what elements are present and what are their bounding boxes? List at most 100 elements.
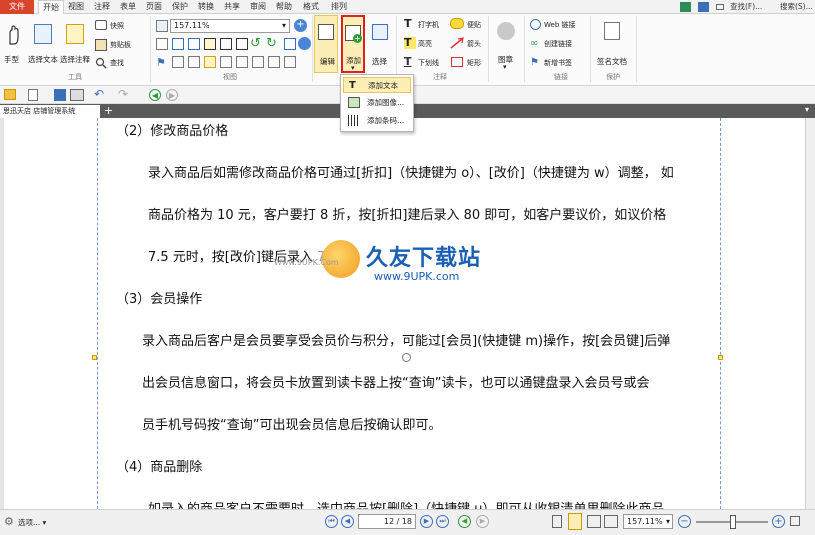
vertical-scrollbar[interactable] — [805, 118, 815, 509]
underline-button[interactable]: 下划线 — [418, 58, 439, 68]
snapshot-button[interactable]: 快照 — [110, 21, 124, 31]
zoom-out-button-icon[interactable]: − — [678, 515, 691, 528]
rotate-right-icon[interactable]: ↻ — [266, 37, 280, 51]
tab-page[interactable]: 页面 — [142, 0, 166, 14]
tab-convert[interactable]: 转换 — [194, 0, 218, 14]
rectangle-button[interactable]: 矩形 — [467, 58, 481, 68]
web-link-button[interactable]: Web 链接 — [544, 20, 576, 30]
stamp-button[interactable]: 图章 ▾ — [492, 15, 518, 73]
chevron-down-icon: ▾ — [281, 21, 286, 30]
continuous-facing-icon[interactable] — [604, 515, 618, 528]
hand-tool-button[interactable]: 手型 — [4, 54, 19, 65]
tab-share[interactable]: 共享 — [220, 0, 244, 14]
reflow-icon[interactable] — [284, 38, 296, 50]
single-page-view-icon[interactable] — [552, 515, 562, 528]
document-tab[interactable]: 思迅天店 店铺管理系统 — [0, 105, 100, 118]
next-page-icon[interactable]: ▶ — [420, 515, 433, 528]
paragraph-line: 录入商品后如需修改商品价格可通过[折扣]（快捷键为 o）、[改价]（快捷键为 w… — [148, 166, 674, 181]
forward-icon[interactable]: ▶ — [166, 89, 178, 101]
add-button[interactable]: + 添加 ▾ — [341, 15, 365, 73]
select-button[interactable]: 选择 — [368, 15, 392, 73]
document-view[interactable]: （2）修改商品价格 录入商品后如需修改商品价格可通过[折扣]（快捷键为 o）、[… — [0, 118, 815, 517]
search-button[interactable]: 搜索(S)... — [780, 1, 813, 13]
fit-page-icon[interactable] — [172, 38, 184, 50]
zoom-in-icon[interactable]: + — [294, 19, 307, 32]
new-file-icon[interactable] — [28, 89, 38, 101]
zoom-in-button-icon[interactable]: + — [772, 515, 785, 528]
edit-button[interactable]: 编辑 — [314, 15, 338, 73]
zoom-field[interactable]: 157.11% ▾ — [170, 19, 290, 33]
create-link-button[interactable]: 创建链接 — [544, 39, 572, 49]
tab-review[interactable]: 审阅 — [246, 0, 270, 14]
save-icon[interactable] — [54, 89, 66, 101]
zoom-select[interactable]: 157.11% ▾ — [623, 514, 673, 529]
actual-size-icon[interactable] — [156, 38, 168, 50]
tab-help[interactable]: 帮助 — [272, 0, 296, 14]
note-button[interactable]: 便贴 — [467, 20, 481, 30]
continuous-view-icon[interactable] — [568, 513, 582, 530]
pages-icon[interactable] — [172, 56, 184, 68]
resize-handle[interactable] — [718, 355, 723, 360]
find-tool-button[interactable]: 查找 — [110, 58, 124, 68]
first-page-icon[interactable]: ⏮ — [325, 515, 338, 528]
new-bookmark-button[interactable]: 新增书签 — [544, 58, 572, 68]
rotate-handle[interactable] — [402, 353, 411, 362]
add-image-item[interactable]: 添加图像... — [343, 95, 411, 111]
zoom-slider-handle[interactable] — [730, 515, 736, 529]
tab-comment[interactable]: 注释 — [90, 0, 114, 14]
select-note-button[interactable]: 选择注释 — [60, 54, 90, 65]
page-number-input[interactable]: 12 / 18 — [358, 514, 416, 529]
structure-icon[interactable] — [268, 56, 280, 68]
add-barcode-item[interactable]: 添加条码... — [343, 113, 411, 129]
select-text-button[interactable]: 选择文本 — [28, 54, 58, 65]
open-folder-icon[interactable] — [4, 89, 16, 100]
options-button[interactable]: 选项... ▾ — [18, 517, 46, 528]
print-icon[interactable] — [70, 89, 84, 101]
single-page-icon[interactable] — [204, 38, 216, 50]
facing-view-icon[interactable] — [587, 515, 601, 528]
plus-icon: + — [353, 34, 362, 43]
thumbnail-icon[interactable] — [284, 56, 296, 68]
share-icon[interactable] — [698, 2, 709, 12]
comments-icon[interactable] — [204, 56, 216, 68]
app-icon[interactable] — [680, 2, 691, 12]
undo-icon[interactable]: ↶ — [94, 87, 106, 101]
page-fit-icon[interactable] — [156, 20, 168, 32]
forward-view-icon[interactable]: ▶ — [476, 515, 489, 528]
tab-protect[interactable]: 保护 — [168, 0, 192, 14]
arrow-button[interactable]: 箭头 — [467, 39, 481, 49]
signatures-icon[interactable] — [236, 56, 248, 68]
close-icon[interactable]: × — [90, 105, 98, 115]
clipboard-button[interactable]: 剪贴板 — [110, 40, 131, 50]
continuous-icon[interactable] — [220, 38, 232, 50]
back-view-icon[interactable]: ◀ — [458, 515, 471, 528]
find-button[interactable]: 查找(F)... — [730, 1, 762, 13]
fit-width-icon[interactable] — [188, 38, 200, 50]
fields-icon[interactable] — [252, 56, 264, 68]
zoom-out-icon[interactable] — [298, 37, 311, 50]
layers-icon[interactable] — [188, 56, 200, 68]
prev-page-icon[interactable]: ◀ — [341, 515, 354, 528]
tab-arrange[interactable]: 排列 — [326, 0, 352, 14]
back-icon[interactable]: ◀ — [149, 89, 161, 101]
redo-icon[interactable]: ↷ — [118, 87, 130, 101]
tab-view[interactable]: 视图 — [64, 0, 88, 14]
new-tab-icon[interactable]: + — [104, 104, 113, 118]
rotate-left-icon[interactable]: ↺ — [250, 37, 264, 51]
highlight-button[interactable]: 高亮 — [418, 39, 432, 49]
facing-icon[interactable] — [236, 38, 248, 50]
fullscreen-icon[interactable] — [790, 516, 800, 526]
tab-form[interactable]: 表单 — [116, 0, 140, 14]
bookmark-icon[interactable]: ⚑ — [156, 56, 168, 69]
resize-handle[interactable] — [92, 355, 97, 360]
typewriter-button[interactable]: 打字机 — [418, 20, 439, 30]
last-page-icon[interactable]: ⏭ — [436, 515, 449, 528]
minimize-icon[interactable] — [716, 4, 724, 10]
attachments-icon[interactable] — [220, 56, 232, 68]
tab-file[interactable]: 文件 — [0, 0, 34, 14]
pdf-page: （2）修改商品价格 录入商品后如需修改商品价格可通过[折扣]（快捷键为 o）、[… — [4, 118, 805, 517]
tab-format[interactable]: 格式 — [298, 0, 324, 14]
tab-menu-icon[interactable]: ▾ — [805, 105, 809, 114]
sign-document-button[interactable]: 签名文档 — [594, 15, 630, 71]
add-text-item[interactable]: T 添加文本 — [343, 77, 411, 93]
